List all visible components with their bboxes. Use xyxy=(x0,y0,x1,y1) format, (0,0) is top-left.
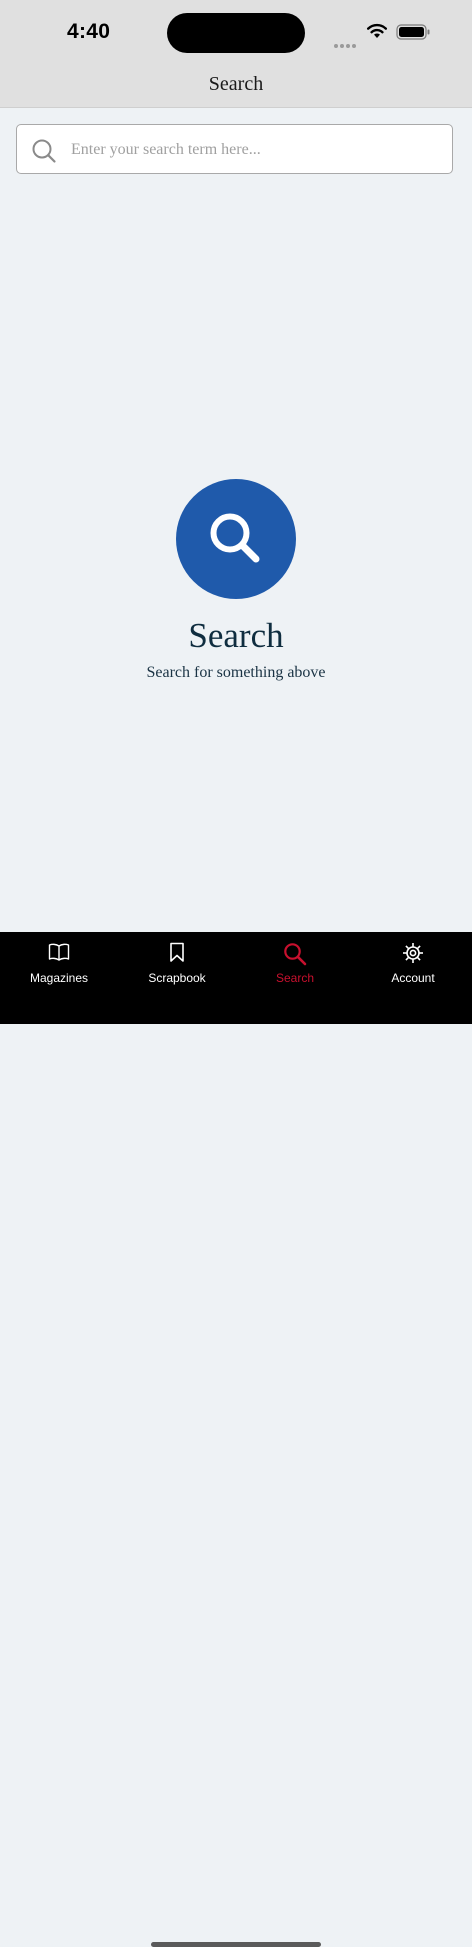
status-time: 4:40 xyxy=(67,20,111,43)
bookmark-icon xyxy=(169,942,185,968)
search-illustration xyxy=(176,479,296,599)
search-icon xyxy=(283,942,307,971)
tab-label: Account xyxy=(391,971,435,985)
tab-search[interactable]: Search xyxy=(236,932,354,1002)
search-icon xyxy=(210,513,260,563)
tab-magazines[interactable]: Magazines xyxy=(0,932,118,1002)
tab-account[interactable]: Account xyxy=(354,932,472,1002)
gear-icon xyxy=(402,942,424,969)
search-field[interactable] xyxy=(16,124,453,174)
book-icon xyxy=(48,942,70,967)
status-bar: 4:40 xyxy=(0,0,472,64)
battery-icon xyxy=(396,24,432,45)
tab-label: Magazines xyxy=(29,971,89,985)
wifi-icon xyxy=(366,22,388,45)
home-indicator[interactable] xyxy=(151,1942,321,1947)
search-input[interactable] xyxy=(69,133,443,167)
cellular-signal-icon xyxy=(334,35,358,53)
empty-state-title: Search xyxy=(188,616,284,655)
search-icon xyxy=(31,138,57,169)
empty-state-subtitle: Search for something above xyxy=(146,664,326,681)
tab-scrapbook[interactable]: Scrapbook xyxy=(118,932,236,1002)
page-title: Search xyxy=(208,73,264,95)
navigation-bar: Search xyxy=(0,64,472,108)
tab-label: Search xyxy=(275,971,315,985)
tab-label: Scrapbook xyxy=(148,971,206,985)
dynamic-island xyxy=(167,13,305,53)
tab-bar: Magazines Scrapbook Search Account xyxy=(0,932,472,1947)
